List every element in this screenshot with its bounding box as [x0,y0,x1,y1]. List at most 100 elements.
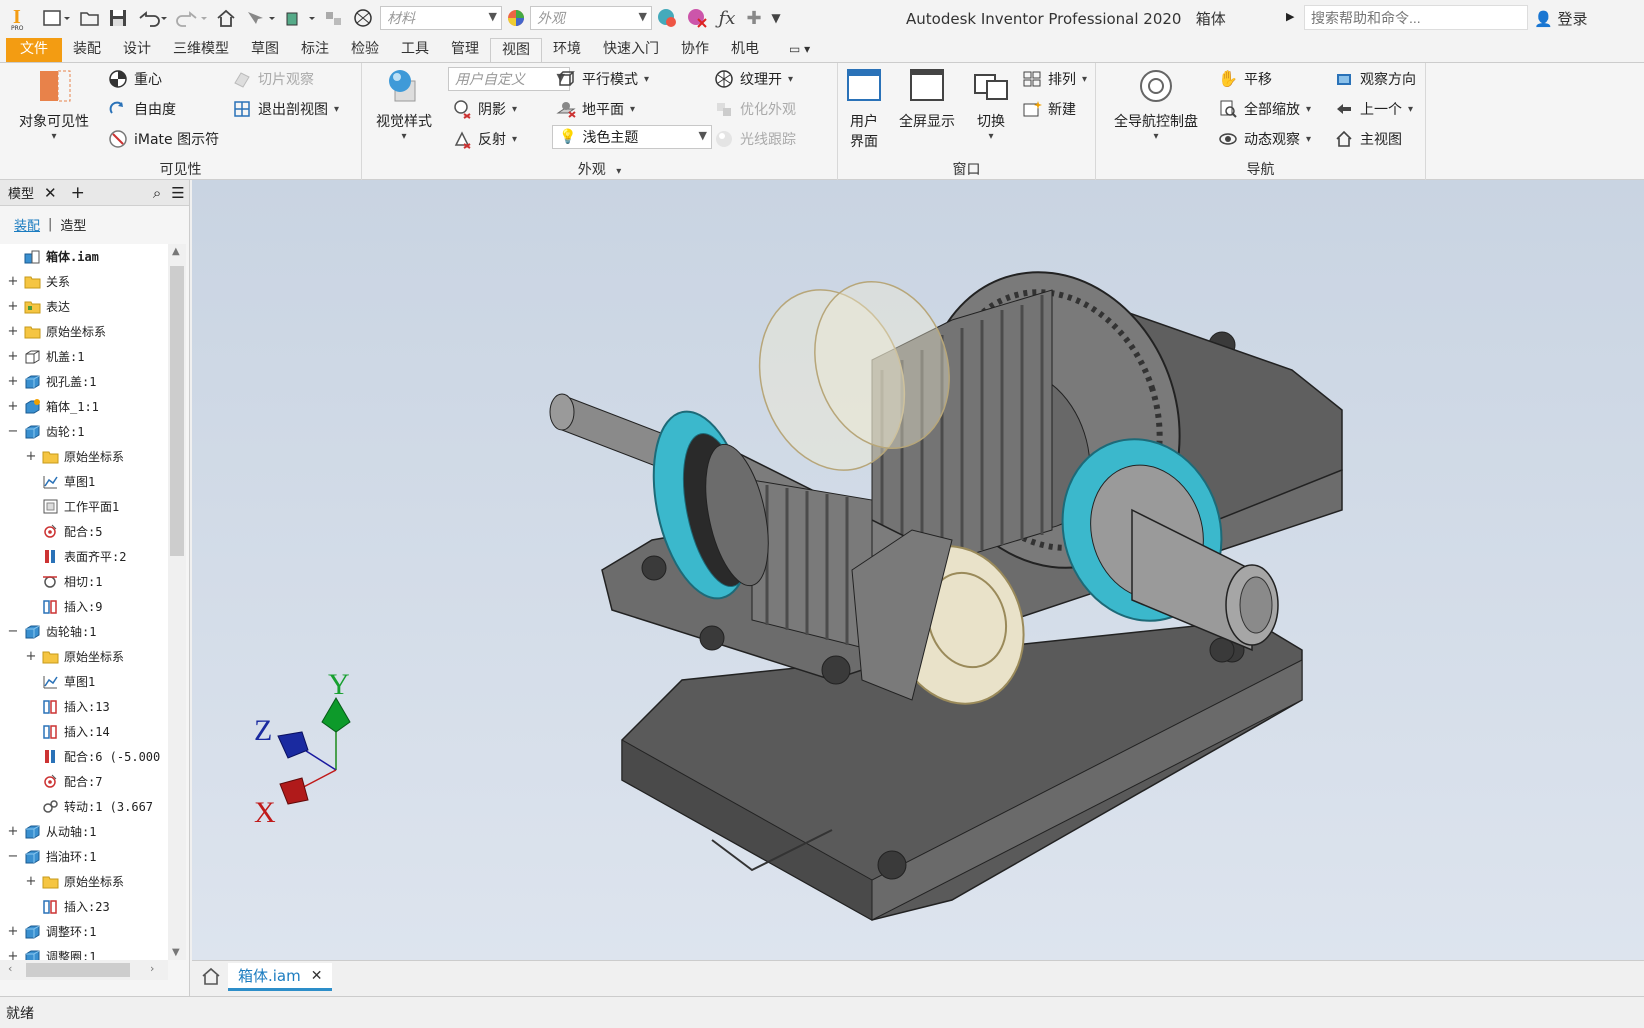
close-icon[interactable]: ✕ [44,184,57,202]
collapse-icon[interactable]: − [6,624,20,639]
tree-node[interactable]: − 挡油环:1 [0,844,168,869]
expand-icon[interactable]: + [24,874,38,889]
expand-icon[interactable]: + [6,924,20,939]
expand-icon[interactable]: + [6,299,20,314]
tree-node[interactable]: 插入:14 [0,719,168,744]
visual-style-button[interactable]: 视觉样式 ▾ [372,67,436,142]
shadows-button[interactable]: 阴影 ▾ [452,99,517,119]
home-tab-icon[interactable] [200,965,222,991]
tab-inspect[interactable]: 检验 [340,38,390,62]
ground-plane-button[interactable]: 地平面 ▾ [556,99,635,119]
material-combo[interactable]: 材料 ▼ [380,6,502,30]
help-search-input[interactable] [1304,5,1528,30]
menu-icon[interactable]: ☰ [171,184,184,202]
tab-manage[interactable]: 管理 [440,38,490,62]
expand-icon[interactable]: + [24,649,38,664]
tree-node[interactable]: + 调整环:1 [0,919,168,944]
expand-icon[interactable]: + [6,949,20,960]
scrollbar-thumb[interactable] [170,266,184,556]
tab-design[interactable]: 设计 [112,38,162,62]
tab-assemble[interactable]: 装配 [62,38,112,62]
center-of-gravity-button[interactable]: 重心 [108,69,162,89]
expand-icon[interactable]: + [24,449,38,464]
close-tab-icon[interactable]: ✕ [311,968,323,984]
exit-section-view-button[interactable]: 退出剖视图 ▾ [232,99,339,119]
adjust-appearance-icon[interactable] [652,4,682,32]
object-visibility-button[interactable]: 对象可见性 ▾ [14,67,94,142]
tab-sketch[interactable]: 草图 [240,38,290,62]
ribbon-options-icon[interactable]: ▭ ▾ [778,38,821,62]
scrollbar-thumb[interactable] [26,963,130,977]
full-nav-wheel-button[interactable]: 全导航控制盘 ▾ [1106,67,1206,142]
project-icon[interactable] [320,4,348,32]
tree-node[interactable]: 转动:1 (3.667 [0,794,168,819]
subtab-modeling[interactable]: 造型 [60,215,86,234]
tree-node[interactable]: 配合:6 (-5.000 [0,744,168,769]
customize-qat-icon[interactable]: ▼ [766,4,786,32]
tree-node[interactable]: 插入:9 [0,594,168,619]
new-file-icon[interactable] [36,4,76,32]
tree-node[interactable]: − 齿轮:1 [0,419,168,444]
tree-node[interactable]: + 箱体_1:1 [0,394,168,419]
tree-node[interactable]: + 从动轴:1 [0,819,168,844]
tree-node[interactable]: + 原始坐标系 [0,869,168,894]
switch-window-button[interactable]: 切换 ▾ [966,67,1016,142]
expand-icon[interactable]: + [6,824,20,839]
document-tab[interactable]: 箱体.iam ✕ [228,963,333,991]
tree-node[interactable]: 箱体.iam [0,244,168,269]
home-view-button[interactable]: 主视图 [1334,129,1402,149]
optimize-appearance-button[interactable]: 优化外观 [714,99,796,119]
scroll-left-icon[interactable]: ‹ [8,962,12,975]
axis-triad[interactable]: Y Z X [254,668,351,829]
imate-glyph-button[interactable]: iMate 图示符 [108,129,219,149]
reflection-button[interactable]: 反射 ▾ [452,129,517,149]
open-icon[interactable] [76,4,104,32]
tab-3d-model[interactable]: 三维模型 [162,38,240,62]
chevron-right-icon[interactable]: ▶ [1286,10,1294,23]
pan-button[interactable]: ✋ 平移 [1218,69,1272,89]
tree-node[interactable]: + 原始坐标系 [0,319,168,344]
expand-icon[interactable]: + [6,274,20,289]
tree-node[interactable]: 插入:13 [0,694,168,719]
slice-graphics-button[interactable]: 切片观察 [232,69,314,89]
ray-tracing-button[interactable]: 光线跟踪 [714,129,796,149]
material-sphere-icon[interactable] [348,4,378,32]
tree-node[interactable]: + 关系 [0,269,168,294]
home-icon[interactable] [212,4,240,32]
undo-icon[interactable] [132,4,172,32]
previous-view-button[interactable]: 上一个 ▾ [1334,99,1413,119]
texture-on-button[interactable]: 纹理开 ▾ [714,69,793,89]
tree-node[interactable]: + 机盖:1 [0,344,168,369]
arrange-button[interactable]: 排列 ▾ [1022,69,1087,89]
tree-node[interactable]: 草图1 [0,469,168,494]
fullscreen-button[interactable]: 全屏显示 [892,67,962,131]
tree-node[interactable]: 配合:5 [0,519,168,544]
place-component-icon[interactable] [280,4,320,32]
user-interface-button[interactable]: 用户 界面 [842,67,886,151]
tree-node[interactable]: − 齿轮轴:1 [0,619,168,644]
tab-tools[interactable]: 工具 [390,38,440,62]
tab-collaborate[interactable]: 协作 [670,38,720,62]
degrees-of-freedom-button[interactable]: 自由度 [108,99,176,119]
appearance-panel-title[interactable]: 外观 ▾ [362,159,837,179]
collapse-icon[interactable]: − [6,849,20,864]
zoom-all-button[interactable]: 全部缩放 ▾ [1218,99,1311,119]
expand-icon[interactable]: + [6,349,20,364]
look-at-button[interactable]: 观察方向 [1334,69,1416,89]
parallel-mode-button[interactable]: 平行模式 ▾ [556,69,649,89]
new-window-button[interactable]: 新建 [1022,99,1076,119]
light-theme-combo[interactable]: 💡 浅色主题 ▼ [552,125,712,149]
tree-node[interactable]: + 原始坐标系 [0,644,168,669]
user-defined-combo[interactable]: 用户自定义 ▼ [448,67,570,91]
vertical-scrollbar[interactable]: ▲ ▼ [168,244,186,960]
expand-icon[interactable]: + [6,324,20,339]
tab-get-started[interactable]: 快速入门 [592,38,670,62]
scroll-down-icon[interactable]: ▼ [172,947,180,958]
add-tab-icon[interactable]: + [71,183,85,203]
tree-node[interactable]: 插入:23 [0,894,168,919]
tree-node[interactable]: + 调整圈:1 [0,944,168,960]
tab-view[interactable]: 视图 [490,38,542,62]
orbit-button[interactable]: 动态观察 ▾ [1218,129,1311,149]
plus-icon[interactable]: ✚ [742,4,766,32]
tab-environments[interactable]: 环境 [542,38,592,62]
